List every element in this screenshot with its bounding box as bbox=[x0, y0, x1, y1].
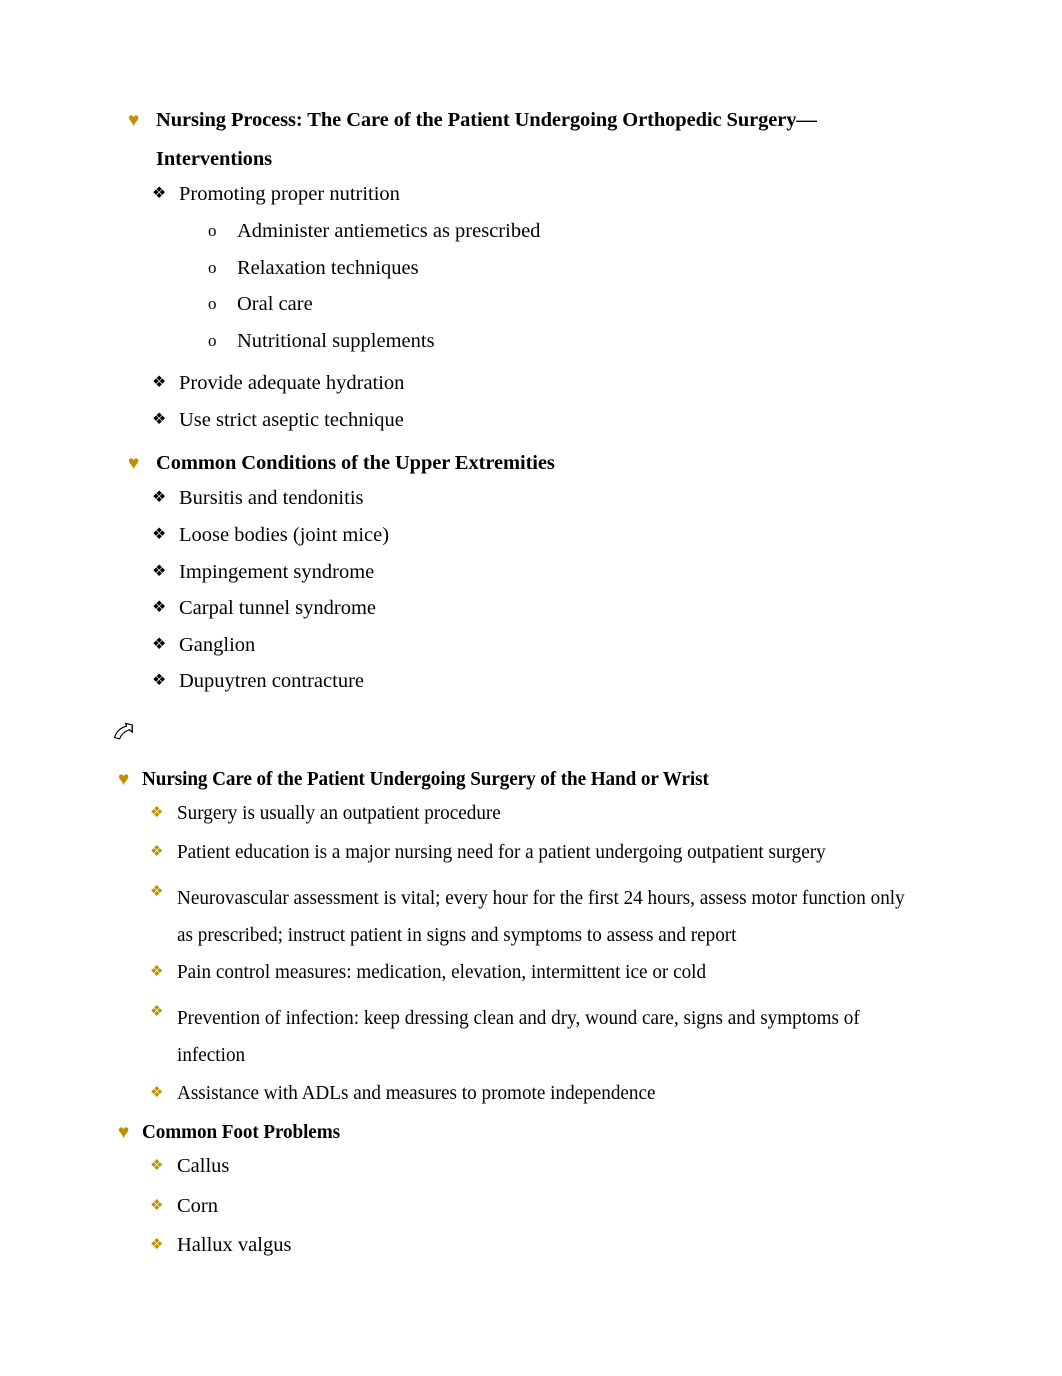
list-item-label: Administer antiemetics as prescribed bbox=[237, 219, 541, 242]
section-heading: ♥ Common Conditions of the Upper Extremi… bbox=[128, 451, 966, 477]
list-item-label: Surgery is usually an outpatient procedu… bbox=[177, 801, 501, 824]
list-item: ❖ Provide adequate hydration bbox=[152, 371, 966, 397]
diamond-bullet-icon: ❖ bbox=[152, 525, 167, 543]
diamond-bullet-icon: ❖ bbox=[150, 804, 164, 821]
heading-text: Common Foot Problems bbox=[142, 1121, 340, 1144]
list-item-label: Relaxation techniques bbox=[237, 256, 419, 279]
heading-text: Nursing Process: The Care of the Patient… bbox=[156, 108, 966, 172]
list-item: ❖ Loose bodies (joint mice) bbox=[152, 523, 966, 549]
diamond-bullet-icon: ❖ bbox=[150, 1084, 164, 1101]
list-item: ❖ Bursitis and tendonitis bbox=[152, 486, 966, 512]
list-item-label: Corn bbox=[177, 1194, 218, 1217]
list-item: ❖ Impingement syndrome bbox=[152, 560, 966, 586]
circle-bullet-icon: o bbox=[208, 220, 217, 240]
list-item: o Oral care bbox=[208, 292, 966, 318]
list-item: o Administer antiemetics as prescribed bbox=[208, 219, 966, 245]
section-common-foot-problems: ♥ Common Foot Problems ❖ Callus ❖ Corn ❖… bbox=[96, 1120, 966, 1259]
list-item: ❖ Hallux valgus bbox=[150, 1233, 966, 1259]
diamond-bullet-icon: ❖ bbox=[150, 1157, 164, 1174]
section-heading: ♥ Common Foot Problems bbox=[118, 1120, 966, 1146]
diamond-bullet-icon: ❖ bbox=[150, 1237, 164, 1254]
list-item-label: Promoting proper nutrition bbox=[179, 183, 400, 206]
list-item-label: Nutritional supplements bbox=[237, 329, 435, 352]
circle-bullet-icon: o bbox=[208, 294, 217, 314]
diamond-bullet-icon: ❖ bbox=[152, 411, 167, 428]
section-heading: ♥ Nursing Process: The Care of the Patie… bbox=[128, 108, 966, 172]
curved-ribbon-arrow-icon bbox=[112, 721, 138, 745]
heart-bullet-icon: ♥ bbox=[118, 1122, 130, 1144]
list-item-label: Carpal tunnel syndrome bbox=[179, 597, 376, 620]
list-item: o Relaxation techniques bbox=[208, 256, 966, 282]
diamond-bullet-icon: ❖ bbox=[152, 562, 167, 580]
list-item-label: Use strict aseptic technique bbox=[179, 409, 404, 431]
section-nursing-care-hand-wrist: ♥ Nursing Care of the Patient Undergoing… bbox=[96, 767, 966, 1106]
diamond-bullet-icon: ❖ bbox=[152, 374, 167, 392]
diamond-bullet-icon: ❖ bbox=[152, 672, 167, 690]
document-page: ♥ Nursing Process: The Care of the Patie… bbox=[0, 0, 1062, 1376]
list-item: ❖ Surgery is usually an outpatient proce… bbox=[150, 801, 966, 827]
list-item-label: Dupuytren contracture bbox=[179, 670, 364, 693]
list-item: ❖ Corn bbox=[150, 1194, 966, 1220]
circle-bullet-icon: o bbox=[208, 330, 217, 350]
list-item: ❖ Carpal tunnel syndrome bbox=[152, 596, 966, 622]
diamond-bullet-icon: ❖ bbox=[152, 599, 167, 617]
list-item: ❖ Promoting proper nutrition bbox=[152, 182, 966, 208]
ornament-row bbox=[112, 721, 966, 747]
section-common-conditions-upper-extremities: ♥ Common Conditions of the Upper Extremi… bbox=[96, 451, 966, 695]
list-item: ❖ Ganglion bbox=[152, 633, 966, 659]
list-item-label: Patient education is a major nursing nee… bbox=[177, 841, 826, 864]
list-item-label: Impingement syndrome bbox=[179, 560, 375, 583]
list-item: ❖ Pain control measures: medication, ele… bbox=[150, 960, 966, 986]
list-item: ❖ Assistance with ADLs and measures to p… bbox=[150, 1081, 966, 1107]
diamond-bullet-icon: ❖ bbox=[150, 883, 164, 900]
list-item: ❖ Callus bbox=[150, 1154, 966, 1180]
heart-bullet-icon: ♥ bbox=[118, 769, 130, 790]
diamond-bullet-icon: ❖ bbox=[150, 844, 164, 861]
diamond-bullet-icon: ❖ bbox=[152, 635, 167, 653]
list-item-label: Callus bbox=[177, 1154, 230, 1177]
list-item-label: Prevention of infection: keep dressing c… bbox=[177, 1007, 860, 1067]
heading-text: Nursing Care of the Patient Undergoing S… bbox=[142, 768, 709, 790]
list-item-label: Neurovascular assessment is vital; every… bbox=[177, 886, 905, 947]
list-item-label: Provide adequate hydration bbox=[179, 372, 405, 395]
diamond-bullet-icon: ❖ bbox=[152, 185, 167, 203]
section-nursing-process-interventions: ♥ Nursing Process: The Care of the Patie… bbox=[96, 108, 966, 434]
diamond-bullet-icon: ❖ bbox=[150, 1004, 164, 1021]
list-item-label: Oral care bbox=[237, 293, 313, 316]
list-item-label: Ganglion bbox=[179, 633, 256, 656]
list-item-label: Hallux valgus bbox=[177, 1234, 292, 1257]
list-item-label: Assistance with ADLs and measures to pro… bbox=[177, 1081, 656, 1104]
diamond-bullet-icon: ❖ bbox=[150, 1197, 164, 1214]
heading-text-line2: Interventions bbox=[156, 147, 273, 170]
heart-bullet-icon: ♥ bbox=[128, 110, 140, 131]
diamond-bullet-icon: ❖ bbox=[152, 489, 167, 507]
list-item: ❖ Neurovascular assessment is vital; eve… bbox=[150, 880, 966, 955]
list-item-label: Loose bodies (joint mice) bbox=[179, 523, 390, 546]
list-item: o Nutritional supplements bbox=[208, 329, 966, 355]
list-item: ❖ Prevention of infection: keep dressing… bbox=[150, 1000, 966, 1075]
list-item-label: Bursitis and tendonitis bbox=[179, 487, 364, 510]
list-item: ❖ Patient education is a major nursing n… bbox=[150, 840, 966, 866]
heading-text: Common Conditions of the Upper Extremiti… bbox=[156, 451, 555, 474]
section-heading: ♥ Nursing Care of the Patient Undergoing… bbox=[118, 767, 966, 793]
circle-bullet-icon: o bbox=[208, 257, 217, 277]
list-item: ❖ Dupuytren contracture bbox=[152, 669, 966, 695]
list-item-label: Pain control measures: medication, eleva… bbox=[177, 961, 707, 984]
list-item: ❖ Use strict aseptic technique bbox=[152, 408, 966, 434]
diamond-bullet-icon: ❖ bbox=[150, 964, 164, 981]
heart-bullet-icon: ♥ bbox=[128, 452, 140, 474]
